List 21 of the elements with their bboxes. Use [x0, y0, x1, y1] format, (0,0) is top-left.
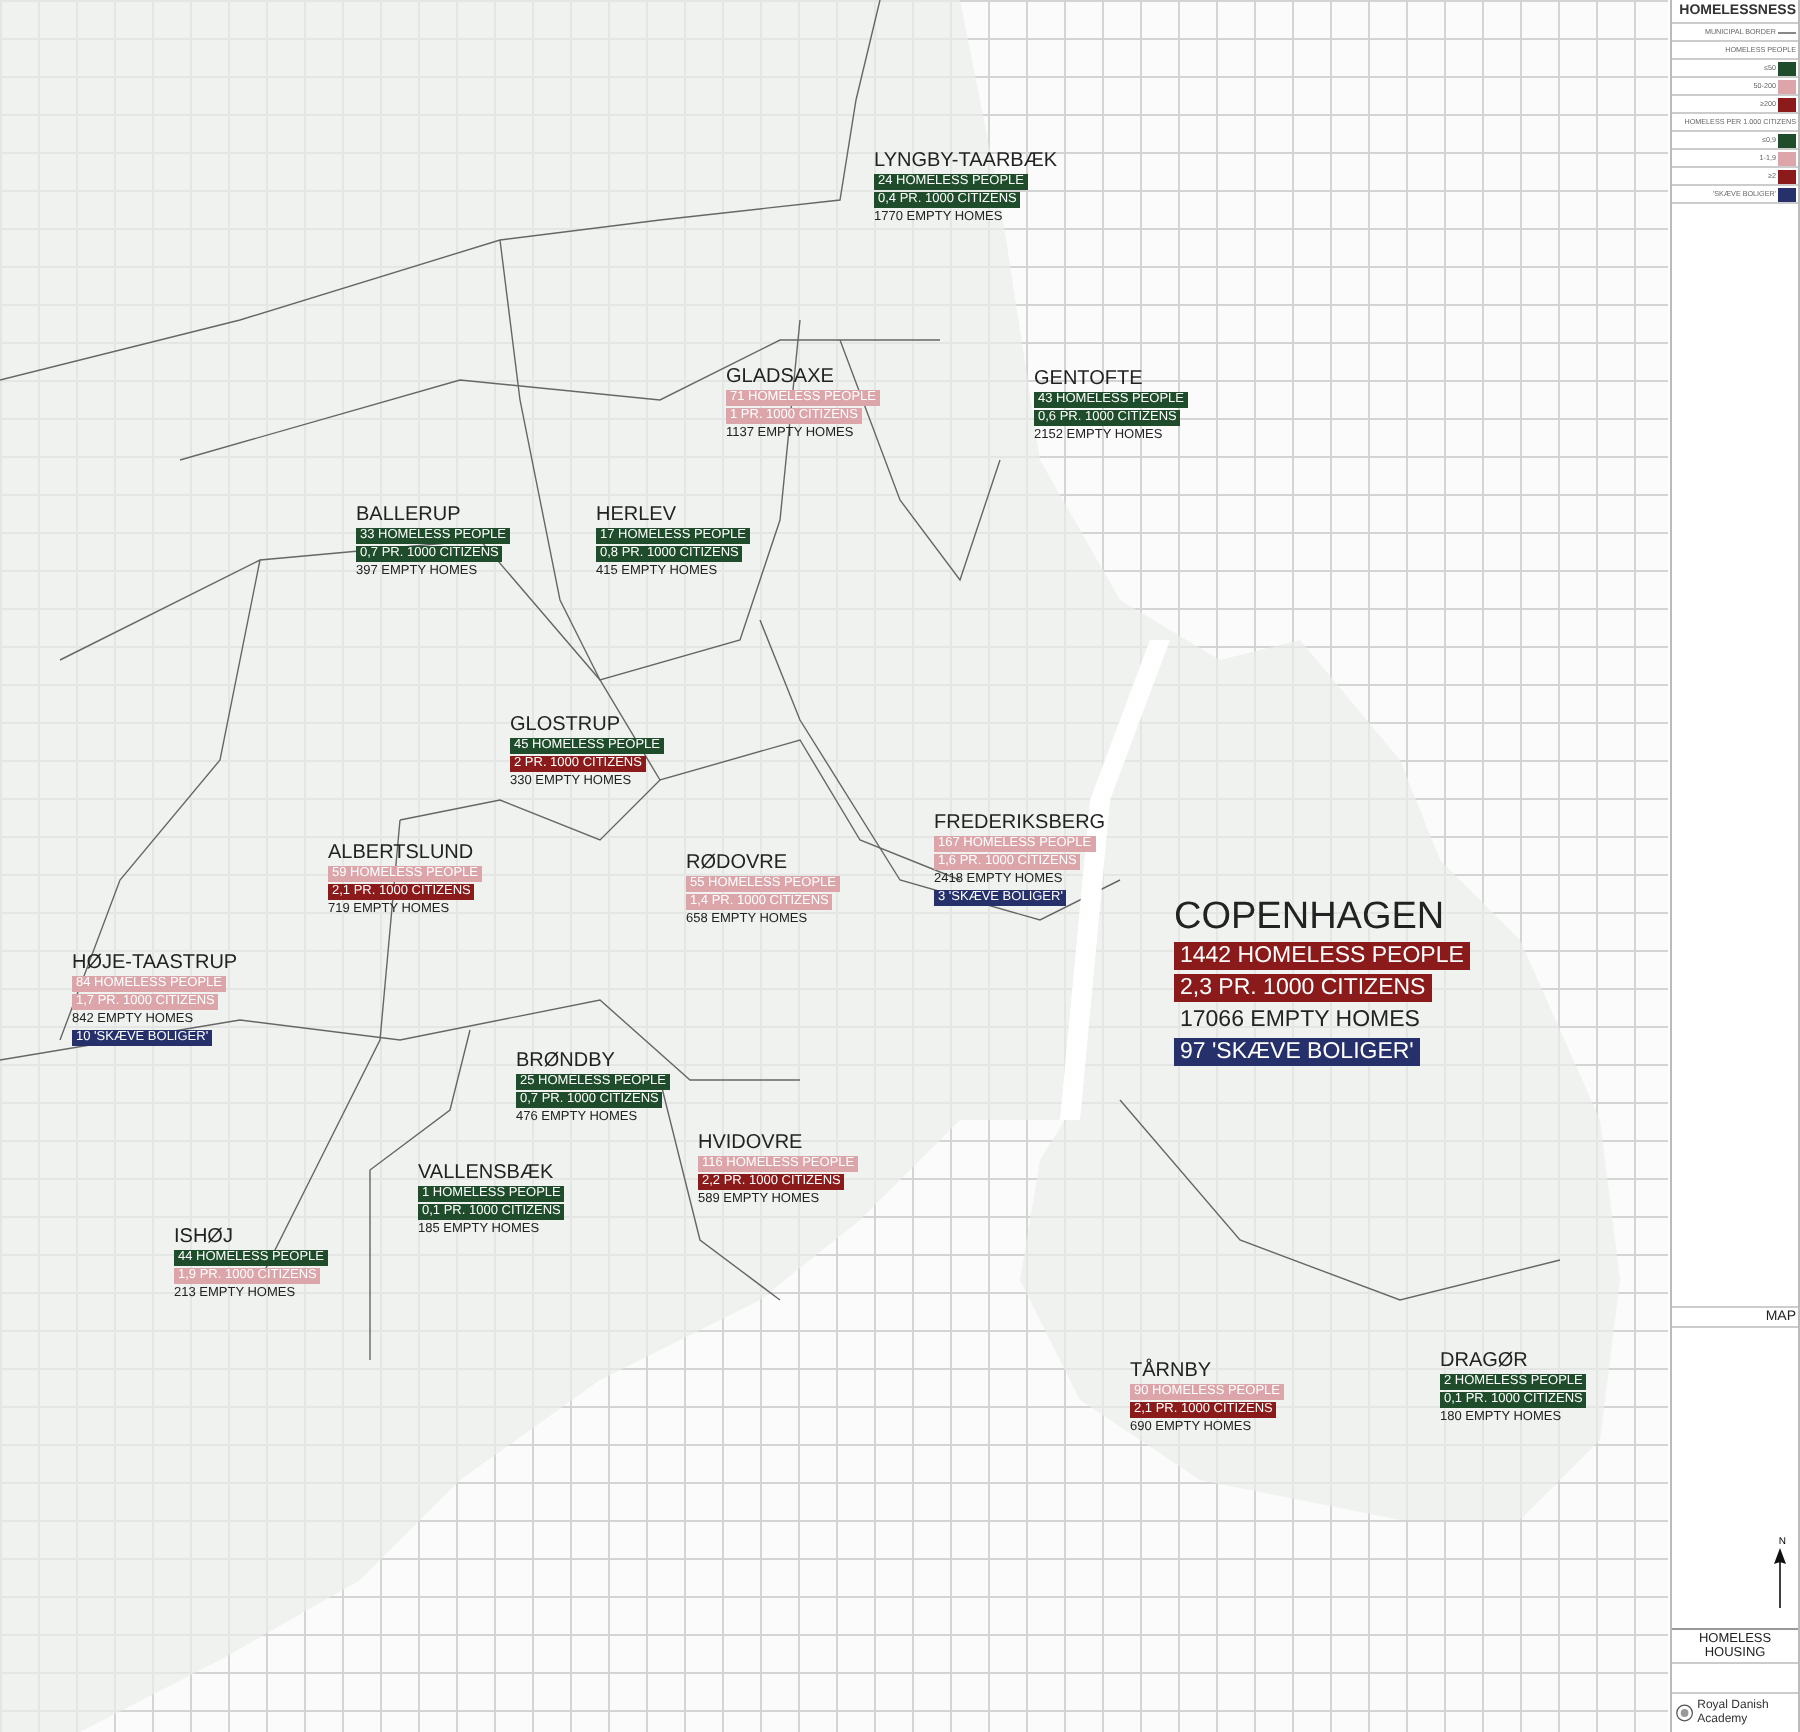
statistic-label: 97 'SKÆVE BOLIGER' [1174, 1038, 1420, 1066]
statistic-text: 17066 EMPTY HOMES [1178, 1006, 1422, 1034]
municipality-name: RØDOVRE [686, 852, 788, 874]
statistic-label: 1442 HOMELESS PEOPLE [1174, 942, 1470, 970]
municipality-name: DRAGØR [1440, 1350, 1528, 1372]
municipality-name: FREDERIKSBERG [934, 812, 1106, 834]
municipality-name: ISHØJ [174, 1226, 233, 1248]
municipality-name: GLADSAXE [726, 366, 834, 388]
municipality-name: LYNGBY-TAARBÆK [874, 150, 1058, 172]
municipality-name: HERLEV [596, 504, 677, 526]
municipality-name: GLOSTRUP [510, 714, 621, 736]
municipality-name: BALLERUP [356, 504, 461, 526]
municipality-name: VALLENSBÆK [418, 1162, 554, 1184]
municipality-name: GENTOFTE [1034, 368, 1143, 390]
municipality-name: HVIDOVRE [698, 1132, 803, 1154]
statistic-label: 2,3 PR. 1000 CITIZENS [1174, 974, 1432, 1002]
municipality-name: COPENHAGEN [1174, 896, 1445, 938]
municipality-name: TÅRNBY [1130, 1360, 1212, 1382]
municipality-name: BRØNDBY [516, 1050, 615, 1072]
municipality-name: HØJE-TAASTRUP [72, 952, 238, 974]
municipality-name: ALBERTSLUND [328, 842, 474, 864]
